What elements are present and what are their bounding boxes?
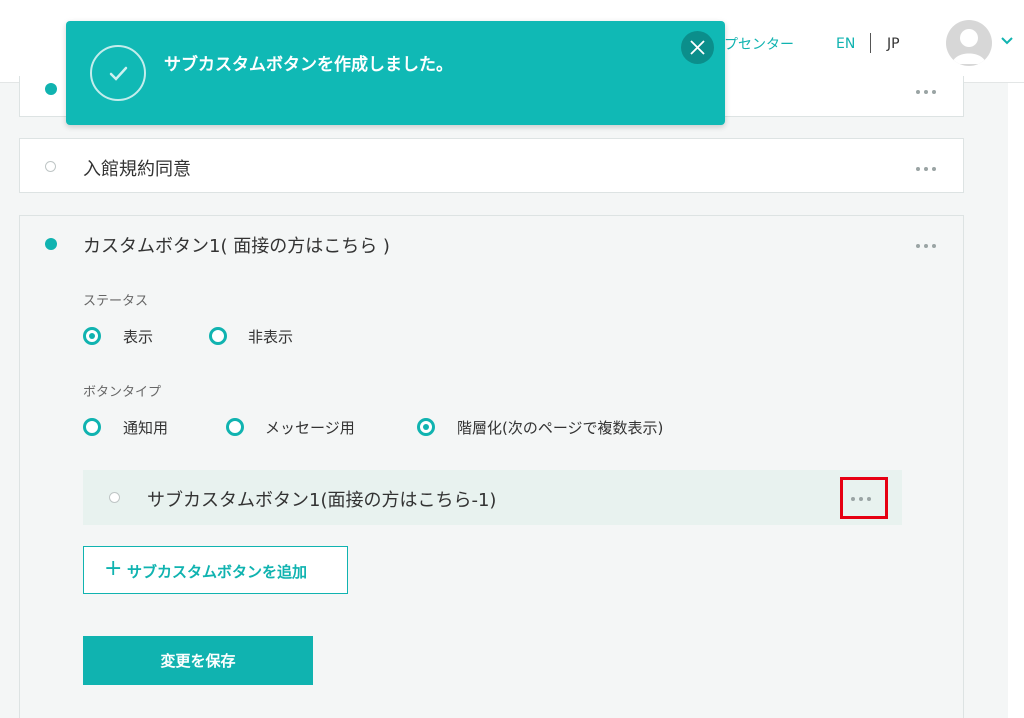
help-center-link[interactable]: プセンター [724, 34, 794, 54]
close-icon [690, 40, 705, 55]
more-options-icon[interactable] [916, 244, 936, 248]
save-changes-button[interactable]: 変更を保存 [83, 636, 313, 685]
plus-icon: + [104, 556, 123, 581]
sub-custom-button-row[interactable]: サブカスタムボタン1(面接の方はこちら-1) [83, 470, 902, 525]
toast-message: サブカスタムボタンを作成しました。 [164, 55, 453, 75]
type-radio-message[interactable] [226, 418, 244, 436]
item-title: 入館規約同意 [83, 159, 191, 180]
type-option-label: 階層化(次のページで複数表示) [457, 419, 664, 437]
success-toast: サブカスタムボタンを作成しました。 [66, 21, 725, 125]
toast-close-button[interactable] [681, 31, 714, 64]
language-divider [870, 33, 871, 53]
type-option-label: 通知用 [123, 419, 169, 437]
type-radio-notify[interactable] [83, 418, 101, 436]
user-avatar[interactable] [946, 20, 992, 66]
check-circle-icon [90, 45, 146, 101]
item-title: カスタムボタン1( 面接の方はこちら ) [83, 236, 390, 257]
more-options-icon[interactable] [916, 167, 936, 171]
language-en-link[interactable]: EN [836, 36, 855, 52]
add-sub-label: サブカスタムボタンを追加 [127, 563, 308, 581]
button-type-label: ボタンタイプ [83, 385, 162, 400]
type-radio-hierarchy[interactable] [417, 418, 435, 436]
add-sub-custom-button[interactable]: + サブカスタムボタンを追加 [83, 546, 348, 594]
sub-item-title: サブカスタムボタン1(面接の方はこちら-1) [147, 490, 497, 511]
menu-item-terms[interactable]: 入館規約同意 [19, 138, 964, 193]
more-options-icon[interactable] [916, 90, 936, 94]
user-silhouette-icon [952, 29, 986, 64]
status-radio-show[interactable] [83, 327, 101, 345]
status-radio-hide[interactable] [209, 327, 227, 345]
language-jp-link[interactable]: JP [887, 36, 900, 52]
highlight-annotation [840, 477, 888, 519]
status-label: ステータス [83, 294, 149, 309]
status-dot [45, 238, 57, 250]
chevron-down-icon[interactable] [1000, 36, 1014, 46]
right-rail [1008, 83, 1024, 718]
status-dot [45, 161, 56, 172]
status-option-label: 表示 [123, 328, 154, 346]
status-dot [45, 83, 57, 95]
status-option-label: 非表示 [248, 328, 294, 346]
status-dot [109, 492, 120, 503]
type-option-label: メッセージ用 [265, 419, 355, 437]
